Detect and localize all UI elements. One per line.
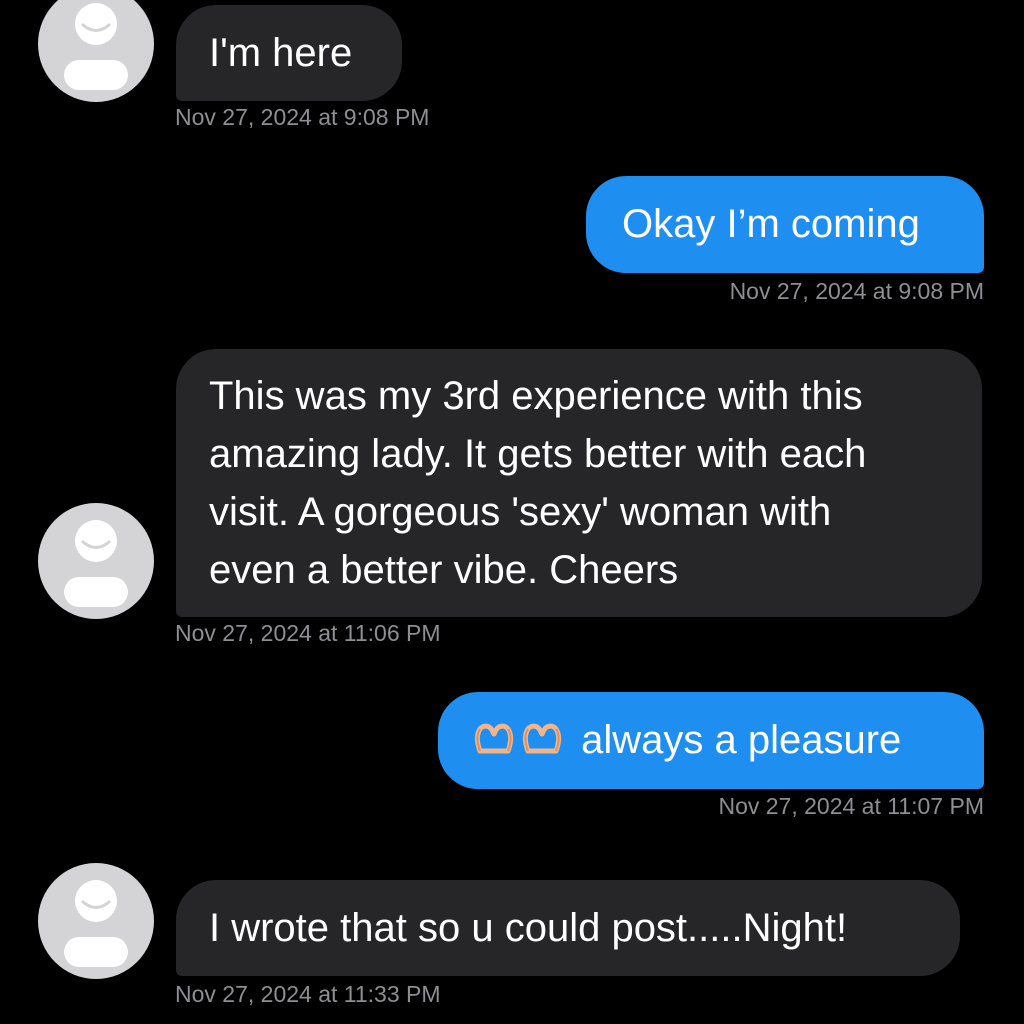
message-text-line: even a better vibe. Cheers [209, 548, 679, 592]
message-timestamp: Nov 27, 2024 at 9:08 PM [175, 104, 430, 130]
message-text-line: This was my 3rd experience with this [209, 374, 863, 418]
contact-avatar[interactable] [38, 0, 154, 102]
message-timestamp: Nov 27, 2024 at 11:33 PM [175, 981, 441, 1007]
message-text-line: visit. A gorgeous 'sexy' woman with [209, 490, 832, 534]
outgoing-message-bubble[interactable]: Okay I’m coming [586, 176, 984, 273]
outgoing-message-bubble[interactable]: always a pleasure [438, 692, 984, 789]
message-text: Okay I’m coming [622, 202, 920, 246]
person-silhouette-icon [64, 880, 128, 967]
contact-avatar[interactable] [38, 503, 154, 619]
incoming-message-bubble[interactable]: This was my 3rd experience with this ama… [176, 349, 982, 617]
message-timestamp: Nov 27, 2024 at 9:08 PM [729, 278, 984, 304]
incoming-message-bubble[interactable]: I'm here [176, 5, 402, 101]
person-silhouette-icon [64, 520, 128, 607]
contact-avatar[interactable] [38, 863, 154, 979]
message-text: I'm here [209, 31, 353, 75]
heart-hands-emoji-icon [474, 713, 514, 771]
heart-hands-emoji-icon [522, 713, 562, 771]
message-text-line: amazing lady. It gets better with each [209, 432, 867, 476]
incoming-message-bubble[interactable]: I wrote that so u could post.....Night! [176, 880, 960, 976]
message-timestamp: Nov 27, 2024 at 11:07 PM [718, 793, 984, 819]
message-timestamp: Nov 27, 2024 at 11:06 PM [175, 620, 441, 646]
message-text: I wrote that so u could post.....Night! [209, 906, 848, 950]
message-text: always a pleasure [581, 718, 902, 762]
person-silhouette-icon [64, 3, 128, 90]
